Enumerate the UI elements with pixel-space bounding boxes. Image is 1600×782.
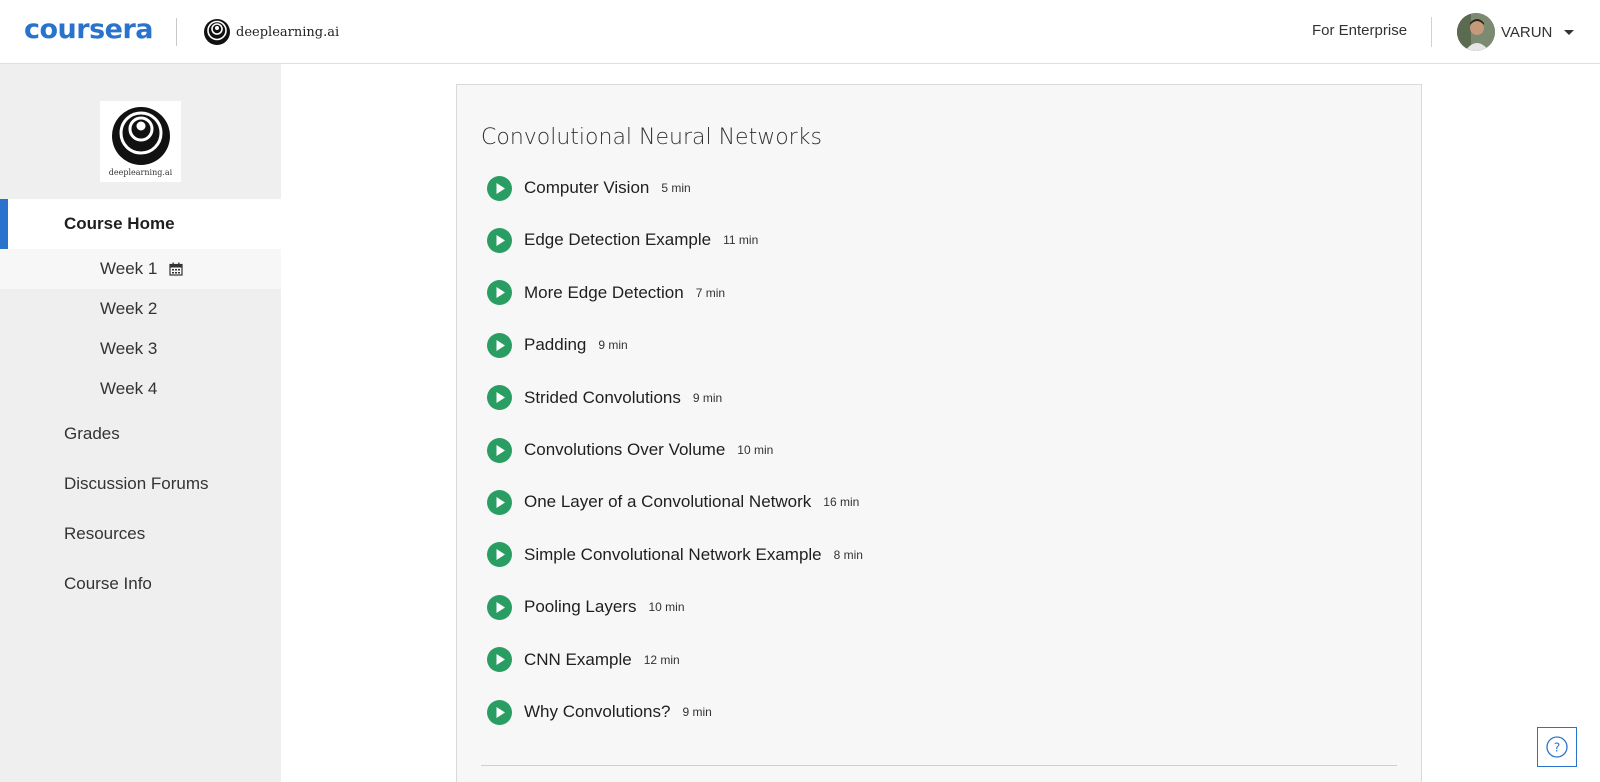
- lesson-title: Computer Vision: [524, 178, 650, 197]
- lesson-duration: 10 min: [648, 600, 685, 615]
- card-divider: [481, 765, 1397, 766]
- lesson-title: One Layer of a Convolutional Network: [524, 492, 812, 512]
- lesson-duration: 8 min: [833, 547, 863, 562]
- help-button[interactable]: ?: [1537, 727, 1577, 767]
- lesson-duration: 12 min: [643, 652, 680, 667]
- lesson-item[interactable]: CNN Example 12 min: [487, 645, 680, 675]
- lesson-title: Strided Convolutions: [524, 387, 681, 407]
- play-circle-icon: [487, 280, 512, 306]
- avatar: [1457, 13, 1495, 51]
- user-menu[interactable]: VARUN: [1457, 13, 1575, 51]
- lesson-title: Padding: [524, 335, 587, 355]
- lesson-duration: 7 min: [695, 285, 726, 300]
- lesson-title: Convolutions Over Volume: [524, 440, 726, 459]
- sidebar-item-label: Week 3: [100, 339, 158, 358]
- play-circle-icon: [487, 332, 512, 358]
- lesson-duration: 9 min: [682, 705, 712, 719]
- for-enterprise-link[interactable]: For Enterprise: [1312, 22, 1407, 39]
- lesson-duration: 5 min: [661, 181, 691, 195]
- sidebar-item-label: Grades: [64, 424, 120, 443]
- sidebar-item-week-3[interactable]: Week 3: [0, 329, 281, 369]
- play-circle-icon: [487, 594, 512, 620]
- sidebar-item-grades[interactable]: Grades: [0, 414, 281, 454]
- question-circle-icon: ?: [1546, 736, 1568, 758]
- play-circle-icon: [487, 227, 512, 253]
- coursera-logo[interactable]: coursera: [24, 14, 154, 45]
- play-circle-icon: [487, 489, 512, 515]
- sidebar-item-week-1[interactable]: Week 1: [0, 249, 281, 289]
- sidebar-item-course-info[interactable]: Course Info: [0, 564, 281, 604]
- lesson-title: Pooling Layers: [524, 597, 637, 617]
- lesson-duration: 11 min: [723, 233, 759, 248]
- sidebar-item-week-4[interactable]: Week 4: [0, 369, 281, 409]
- lesson-duration: 9 min: [692, 390, 723, 405]
- lesson-item[interactable]: Padding 9 min: [487, 330, 628, 360]
- lesson-item[interactable]: Simple Convolutional Network Example 8 mi…: [487, 540, 863, 570]
- sidebar-item-resources[interactable]: Resources: [0, 514, 281, 554]
- lesson-title: More Edge Detection: [524, 282, 684, 302]
- lesson-item[interactable]: More Edge Detection 7 min: [487, 278, 725, 308]
- top-header: coursera deeplearning.ai For Enterprise …: [0, 0, 1600, 64]
- chevron-down-icon: [1564, 29, 1575, 35]
- lesson-title: Edge Detection Example: [524, 230, 712, 250]
- sidebar-item-label: Discussion Forums: [64, 474, 209, 493]
- lesson-title: Simple Convolutional Network Example: [524, 544, 822, 564]
- lesson-duration: 16 min: [823, 495, 860, 510]
- deeplearning-course-logo-icon: [111, 107, 170, 165]
- play-circle-icon: [487, 437, 512, 463]
- calendar-icon: [169, 262, 183, 276]
- course-logo-text: deeplearning.ai: [108, 168, 173, 177]
- header-divider: [176, 18, 177, 46]
- lesson-item[interactable]: Convolutions Over Volume 10 min: [487, 435, 773, 465]
- sidebar-item-label: Week 4: [100, 379, 158, 398]
- deeplearning-logo-icon: [204, 19, 230, 45]
- lesson-title: CNN Example: [524, 649, 632, 669]
- partner-logo[interactable]: deeplearning.ai: [203, 18, 339, 46]
- sidebar-item-label: Course Home: [64, 214, 175, 233]
- sidebar-item-week-2[interactable]: Week 2: [0, 289, 281, 329]
- play-circle-icon: [487, 647, 512, 673]
- svg-text:?: ?: [1554, 741, 1560, 755]
- course-logo: deeplearning.ai: [100, 101, 181, 182]
- play-circle-icon: [487, 542, 512, 568]
- sidebar-item-label: Week 2: [100, 299, 158, 318]
- section-title: Convolutional Neural Networks: [481, 125, 822, 150]
- lesson-title: Why Convolutions?: [524, 702, 671, 721]
- play-circle-icon: [487, 175, 512, 201]
- lesson-item[interactable]: Strided Convolutions 9 min: [487, 383, 722, 413]
- lesson-item[interactable]: Pooling Layers 10 min: [487, 592, 685, 622]
- partner-name: deeplearning.ai: [236, 24, 340, 40]
- sidebar-item-course-home[interactable]: Course Home: [0, 199, 281, 249]
- lesson-item[interactable]: Why Convolutions? 9 min: [487, 697, 712, 727]
- play-circle-icon: [487, 385, 512, 411]
- sidebar-item-discussion-forums[interactable]: Discussion Forums: [0, 464, 281, 504]
- lesson-item[interactable]: Computer Vision 5 min: [487, 173, 691, 203]
- avatar-photo-icon: [1457, 13, 1495, 51]
- lesson-item[interactable]: One Layer of a Convolutional Network 16 m…: [487, 487, 859, 517]
- sidebar: deeplearning.ai Course Home Week 1 Week …: [0, 64, 281, 782]
- header-divider-right: [1431, 17, 1432, 47]
- lesson-item[interactable]: Edge Detection Example 11 min: [487, 225, 758, 255]
- username: VARUN: [1501, 23, 1553, 41]
- sidebar-item-label: Week 1: [100, 259, 158, 278]
- lesson-card: Convolutional Neural Networks Computer V…: [456, 84, 1422, 782]
- lesson-duration: 9 min: [598, 338, 628, 353]
- play-circle-icon: [487, 699, 512, 725]
- sidebar-item-label: Resources: [64, 524, 146, 543]
- active-indicator: [0, 199, 8, 249]
- sidebar-item-label: Course Info: [64, 574, 152, 593]
- lesson-duration: 10 min: [737, 443, 774, 457]
